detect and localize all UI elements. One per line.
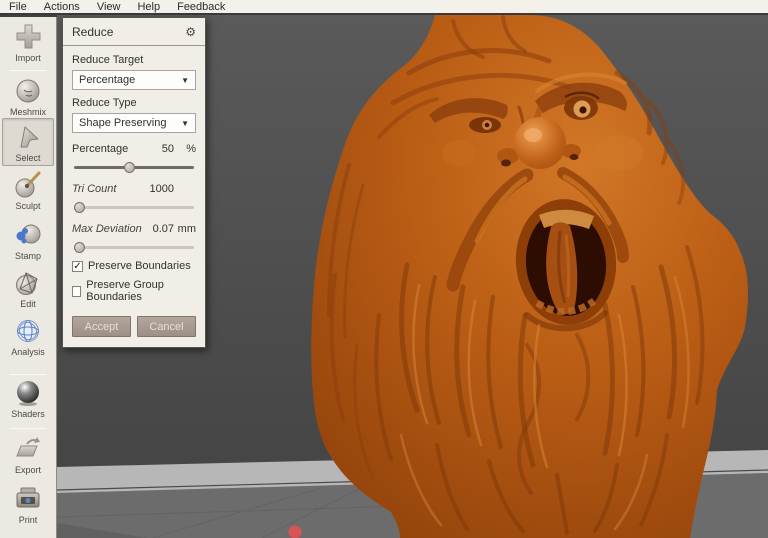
slider-handle[interactable] bbox=[74, 242, 85, 253]
eye-left bbox=[469, 117, 501, 133]
sidebar-item-export[interactable]: Export bbox=[0, 434, 56, 475]
sidebar-divider bbox=[10, 374, 46, 375]
percentage-unit: % bbox=[174, 143, 196, 155]
nose-ball bbox=[514, 117, 566, 169]
sidebar-item-select[interactable]: Select bbox=[2, 118, 54, 166]
max-deviation-slider[interactable] bbox=[74, 242, 194, 253]
import-plus-icon bbox=[13, 22, 43, 52]
panel-title: Reduce bbox=[72, 25, 113, 39]
preserve-group-boundaries-label: Preserve Group Boundaries bbox=[86, 279, 196, 303]
sidebar-item-print[interactable]: Print bbox=[0, 484, 56, 525]
export-icon bbox=[13, 434, 43, 464]
menu-actions[interactable]: Actions bbox=[44, 1, 80, 13]
reduce-target-dropdown[interactable]: Percentage ▼ bbox=[72, 70, 196, 90]
reduce-target-label: Reduce Target bbox=[72, 54, 196, 66]
slider-handle[interactable] bbox=[74, 202, 85, 213]
panel-divider bbox=[63, 45, 205, 46]
select-cursor-icon bbox=[13, 122, 43, 152]
print-icon bbox=[13, 484, 43, 514]
max-deviation-value: 0.07 bbox=[142, 223, 174, 235]
tri-count-slider[interactable] bbox=[74, 202, 194, 213]
reduce-type-dropdown[interactable]: Shape Preserving ▼ bbox=[72, 113, 196, 133]
reduce-type-value: Shape Preserving bbox=[79, 117, 181, 129]
slider-track bbox=[74, 206, 194, 209]
meshmix-sphere-icon bbox=[13, 76, 43, 106]
menu-feedback[interactable]: Feedback bbox=[177, 1, 225, 13]
checkbox-checked[interactable]: ✓ bbox=[72, 261, 83, 272]
stamp-icon bbox=[13, 220, 43, 250]
accept-button[interactable]: Accept bbox=[72, 316, 131, 337]
sidebar-item-stamp[interactable]: Stamp bbox=[0, 220, 56, 261]
reduce-type-label: Reduce Type bbox=[72, 97, 196, 109]
percentage-label: Percentage bbox=[72, 143, 142, 155]
preserve-boundaries-checkbox-row[interactable]: ✓ Preserve Boundaries bbox=[72, 260, 196, 272]
toolbar-sidebar: Import Meshmix Select Sculpt bbox=[0, 17, 57, 538]
sidebar-item-analysis[interactable]: Analysis bbox=[0, 316, 56, 357]
chevron-down-icon: ▼ bbox=[181, 76, 189, 85]
percentage-value[interactable]: 50 bbox=[142, 143, 174, 155]
menu-help[interactable]: Help bbox=[137, 1, 160, 13]
max-deviation-label: Max Deviation bbox=[72, 223, 142, 235]
reduce-target-value: Percentage bbox=[79, 74, 181, 86]
reduce-panel: Reduce ⚙ Reduce Target Percentage ▼ Redu… bbox=[62, 17, 206, 348]
sidebar-divider bbox=[10, 70, 46, 71]
sidebar-item-import[interactable]: Import bbox=[0, 22, 56, 63]
shaders-sphere-icon bbox=[13, 378, 43, 408]
chevron-down-icon: ▼ bbox=[181, 119, 189, 128]
sidebar-item-meshmix[interactable]: Meshmix bbox=[0, 76, 56, 117]
menu-view[interactable]: View bbox=[97, 1, 121, 13]
analysis-wire-sphere-icon bbox=[13, 316, 43, 346]
slider-handle[interactable] bbox=[124, 162, 135, 173]
gear-icon[interactable]: ⚙ bbox=[185, 26, 196, 38]
percentage-slider[interactable] bbox=[74, 162, 194, 173]
tri-count-label: Tri Count bbox=[72, 183, 142, 195]
preserve-group-boundaries-checkbox-row[interactable]: Preserve Group Boundaries bbox=[72, 279, 196, 303]
tri-count-value: 1000 bbox=[142, 183, 174, 195]
sidebar-divider bbox=[10, 428, 46, 429]
sculpt-brush-icon bbox=[13, 170, 43, 200]
menu-bar: File Actions View Help Feedback bbox=[0, 0, 768, 15]
checkbox-unchecked[interactable] bbox=[72, 286, 81, 297]
edit-wireframe-icon bbox=[13, 268, 43, 298]
cancel-button[interactable]: Cancel bbox=[137, 316, 196, 337]
menu-file[interactable]: File bbox=[9, 1, 27, 13]
slider-track bbox=[74, 246, 194, 249]
preserve-boundaries-label: Preserve Boundaries bbox=[88, 260, 191, 272]
origin-marker bbox=[289, 526, 302, 538]
sidebar-item-edit[interactable]: Edit bbox=[0, 268, 56, 309]
sidebar-item-sculpt[interactable]: Sculpt bbox=[0, 170, 56, 211]
sidebar-item-shaders[interactable]: Shaders bbox=[0, 378, 56, 419]
max-deviation-unit: mm bbox=[174, 223, 196, 235]
